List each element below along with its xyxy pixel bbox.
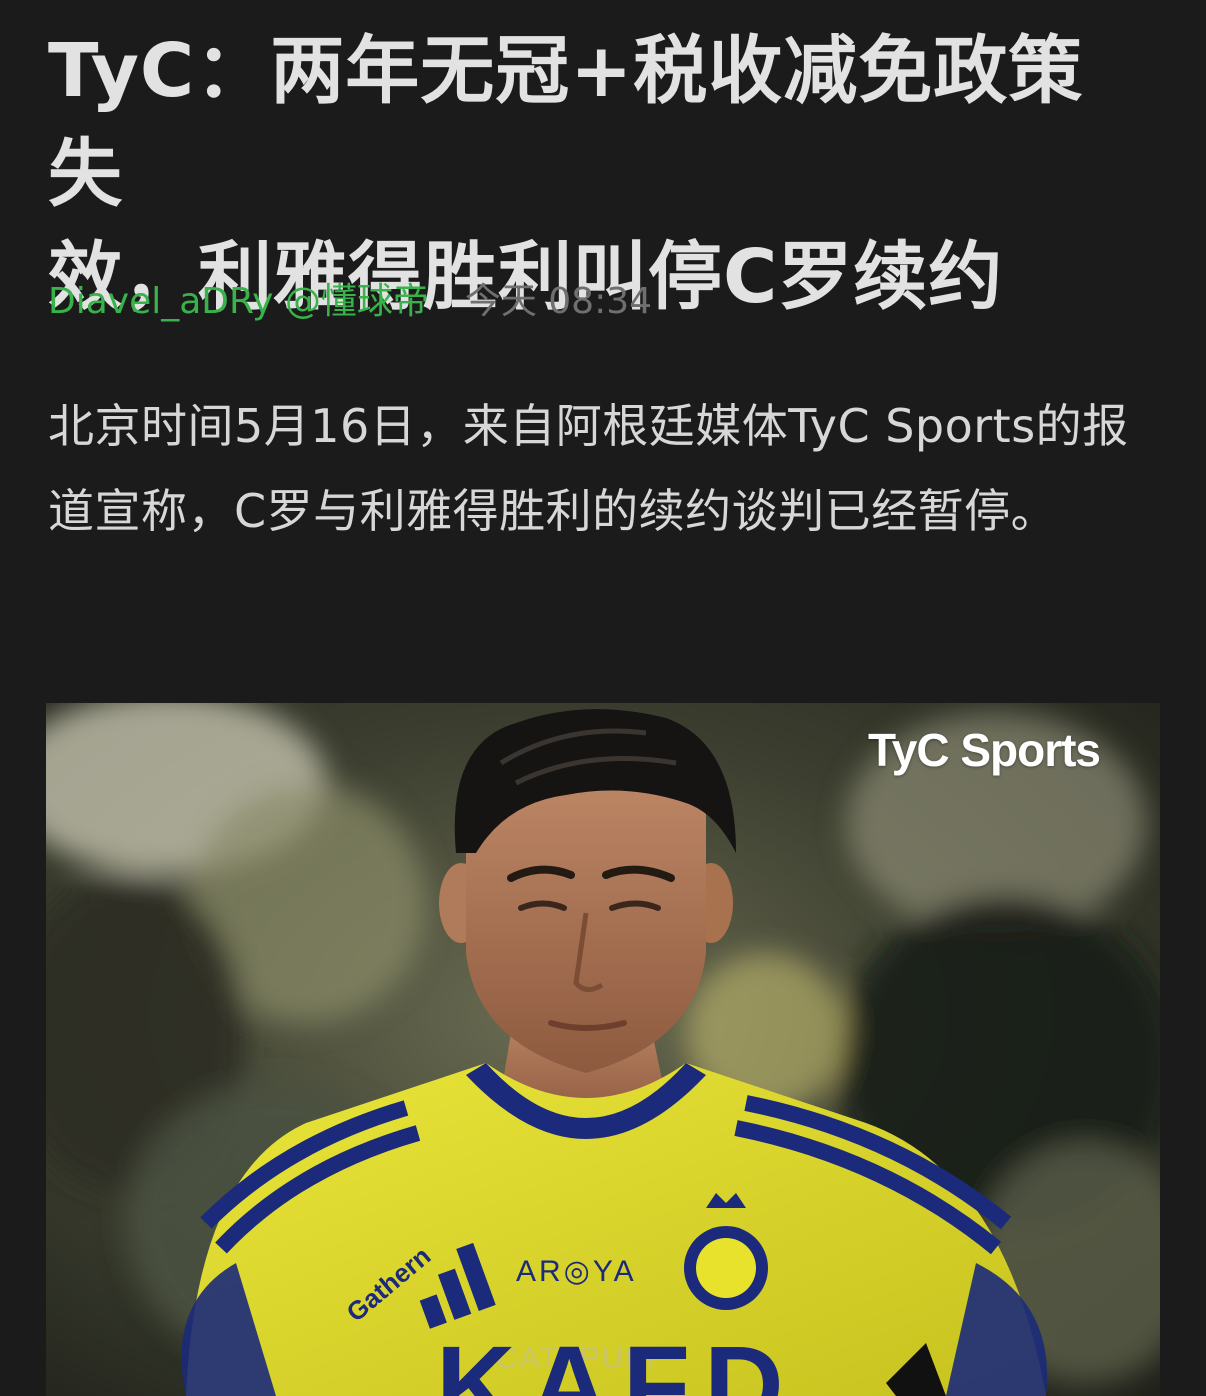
shirt-text-aroya: AR◎YA <box>516 1255 637 1288</box>
article-meta: Diavel_aDRy @懂球帝 今天 08:34 <box>48 274 652 322</box>
shirt-text-kafd: KAFD <box>436 1324 798 1396</box>
article-title-line1: TyC：两年无冠+税收减免政策失 <box>48 28 1084 217</box>
article-page: TyC：两年无冠+税收减免政策失 效，利雅得胜利叫停C罗续约 Diavel_aD… <box>0 0 1206 1396</box>
player-photo-illustration: Gathern AR◎YA CATAPULT KAFD <box>46 703 1160 1396</box>
publish-time: 今天 08:34 <box>464 281 653 322</box>
article-photo[interactable]: Gathern AR◎YA CATAPULT KAFD TyC Sports <box>46 703 1160 1396</box>
article-body: 北京时间5月16日，来自阿根廷媒体TyC Sports的报道宣称，C罗与利雅得胜… <box>48 399 1129 538</box>
tyc-sports-watermark: TyC Sports <box>868 724 1101 776</box>
author-link[interactable]: Diavel_aDRy @懂球帝 <box>48 272 429 324</box>
